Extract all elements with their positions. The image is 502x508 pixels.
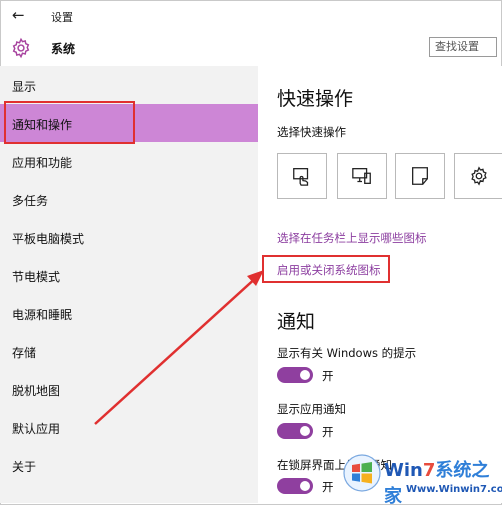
windows-logo-icon bbox=[343, 454, 381, 492]
watermark-brand-win: Win bbox=[384, 460, 423, 481]
link-taskbar-icons[interactable]: 选择在任务栏上显示哪些图标 bbox=[277, 230, 427, 246]
sidebar-item-label: 默认应用 bbox=[12, 422, 61, 436]
option-label-app-notifications: 显示应用通知 bbox=[277, 402, 346, 416]
quick-action-tile-connect[interactable] bbox=[337, 153, 387, 199]
sidebar-item-storage[interactable]: 存储 bbox=[0, 332, 258, 370]
watermark-url: Www.Winwin7.com bbox=[406, 484, 502, 495]
toggle-state-label: 开 bbox=[322, 425, 334, 439]
sidebar-item-multitasking[interactable]: 多任务 bbox=[0, 180, 258, 218]
notifications-title: 通知 bbox=[277, 311, 316, 333]
sidebar-item-power-sleep[interactable]: 电源和睡眠 bbox=[0, 294, 258, 332]
sidebar-item-default-apps[interactable]: 默认应用 bbox=[0, 408, 258, 446]
sidebar-item-label: 脱机地图 bbox=[12, 384, 61, 398]
search-input[interactable]: 查找设置 bbox=[429, 37, 497, 57]
quick-action-tile-note[interactable] bbox=[395, 153, 445, 199]
sidebar-item-battery-saver[interactable]: 节电模式 bbox=[0, 256, 258, 294]
quick-actions-subtitle: 选择快速操作 bbox=[277, 125, 346, 139]
back-arrow-icon[interactable]: ← bbox=[12, 6, 25, 24]
section-title: 系统 bbox=[51, 42, 76, 56]
toggle-knob bbox=[300, 426, 310, 436]
sidebar-item-label: 电源和睡眠 bbox=[12, 308, 73, 322]
sidebar-item-label: 显示 bbox=[12, 80, 37, 94]
quick-action-tile-tablet[interactable] bbox=[277, 153, 327, 199]
highlight-box-selected-item bbox=[4, 101, 135, 144]
note-icon bbox=[412, 167, 428, 185]
sidebar-item-offline-maps[interactable]: 脱机地图 bbox=[0, 370, 258, 408]
quick-action-tile-settings[interactable] bbox=[454, 153, 502, 199]
toggle-lockscreen[interactable] bbox=[277, 478, 313, 494]
sidebar-item-about[interactable]: 关于 bbox=[0, 446, 258, 484]
sidebar-item-label: 多任务 bbox=[12, 194, 49, 208]
toggle-state-label: 开 bbox=[322, 480, 334, 494]
sidebar-item-label: 节电模式 bbox=[12, 270, 61, 284]
connect-icon bbox=[352, 168, 371, 184]
toggle-tips[interactable] bbox=[277, 367, 313, 383]
title-bar: ← 设置 bbox=[0, 0, 502, 32]
sidebar-item-label: 平板电脑模式 bbox=[12, 232, 85, 246]
sidebar-item-label: 关于 bbox=[12, 460, 37, 474]
toggle-knob bbox=[300, 370, 310, 380]
option-label-tips: 显示有关 Windows 的提示 bbox=[277, 346, 417, 360]
quick-actions-title: 快速操作 bbox=[277, 88, 354, 110]
sidebar-item-tablet-mode[interactable]: 平板电脑模式 bbox=[0, 218, 258, 256]
sidebar-item-apps[interactable]: 应用和功能 bbox=[0, 142, 258, 180]
watermark-brand: Win7系统之家 bbox=[384, 456, 502, 508]
sidebar-item-display[interactable]: 显示 bbox=[0, 66, 258, 104]
tablet-mode-icon bbox=[293, 168, 309, 186]
window-title: 设置 bbox=[51, 11, 73, 24]
watermark-brand-7: 7 bbox=[422, 460, 436, 481]
toggle-app-notifications[interactable] bbox=[277, 423, 313, 439]
toggle-state-label: 开 bbox=[322, 369, 334, 383]
sidebar-item-label: 应用和功能 bbox=[12, 156, 73, 170]
highlight-box-link bbox=[262, 255, 390, 283]
sidebar-item-label: 存储 bbox=[12, 346, 37, 360]
gear-icon bbox=[12, 37, 30, 59]
settings-icon bbox=[471, 166, 487, 186]
toggle-knob bbox=[300, 481, 310, 491]
